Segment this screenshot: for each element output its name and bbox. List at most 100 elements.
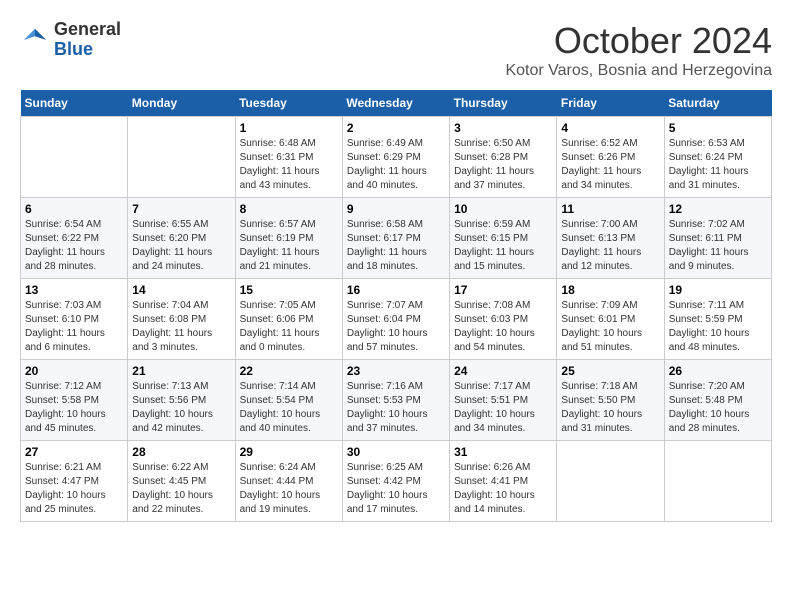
day-info: Sunrise: 7:09 AMSunset: 6:01 PMDaylight:… [561, 299, 659, 355]
day-info: Sunrise: 7:08 AMSunset: 6:03 PMDaylight:… [454, 299, 552, 355]
calendar-week-row: 1 Sunrise: 6:48 AMSunset: 6:31 PMDaylight… [21, 117, 772, 198]
location-title: Kotor Varos, Bosnia and Herzegovina [505, 62, 772, 80]
day-info: Sunrise: 6:59 AMSunset: 6:15 PMDaylight:… [454, 218, 552, 274]
calendar-week-row: 6Sunrise: 6:54 AMSunset: 6:22 PMDaylight… [21, 198, 772, 279]
calendar-cell: 3 Sunrise: 6:50 AMSunset: 6:28 PMDaylight… [450, 117, 557, 198]
calendar-cell: 7Sunrise: 6:55 AMSunset: 6:20 PMDaylight… [128, 198, 235, 279]
calendar-cell [128, 117, 235, 198]
day-info: Sunrise: 6:52 AMSunset: 6:26 PMDaylight:… [561, 137, 659, 193]
calendar-cell: 6Sunrise: 6:54 AMSunset: 6:22 PMDaylight… [21, 198, 128, 279]
day-number: 8 [240, 202, 338, 216]
day-info: Sunrise: 7:04 AMSunset: 6:08 PMDaylight:… [132, 299, 230, 355]
day-info: Sunrise: 7:11 AMSunset: 5:59 PMDaylight:… [669, 299, 767, 355]
calendar-cell: 13 Sunrise: 7:03 AMSunset: 6:10 PMDayligh… [21, 279, 128, 360]
day-info: Sunrise: 6:50 AMSunset: 6:28 PMDaylight:… [454, 137, 552, 193]
calendar-cell: 8 Sunrise: 6:57 AMSunset: 6:19 PMDaylight… [235, 198, 342, 279]
calendar-cell: 11 Sunrise: 7:00 AMSunset: 6:13 PMDayligh… [557, 198, 664, 279]
weekday-header: Friday [557, 90, 664, 117]
day-info: Sunrise: 6:21 AMSunset: 4:47 PMDaylight:… [25, 461, 123, 517]
logo-blue: Blue [54, 40, 121, 60]
day-info: Sunrise: 7:00 AMSunset: 6:13 PMDaylight:… [561, 218, 659, 274]
day-info: Sunrise: 6:49 AMSunset: 6:29 PMDaylight:… [347, 137, 445, 193]
day-info: Sunrise: 7:12 AMSunset: 5:58 PMDaylight:… [25, 380, 123, 436]
day-number: 10 [454, 202, 552, 216]
day-number: 17 [454, 283, 552, 297]
calendar-cell: 2 Sunrise: 6:49 AMSunset: 6:29 PMDaylight… [342, 117, 449, 198]
day-number: 27 [25, 445, 123, 459]
day-number: 28 [132, 445, 230, 459]
calendar-week-row: 27 Sunrise: 6:21 AMSunset: 4:47 PMDayligh… [21, 441, 772, 522]
calendar-cell: 19 Sunrise: 7:11 AMSunset: 5:59 PMDayligh… [664, 279, 771, 360]
day-info: Sunrise: 7:20 AMSunset: 5:48 PMDaylight:… [669, 380, 767, 436]
day-info: Sunrise: 6:57 AMSunset: 6:19 PMDaylight:… [240, 218, 338, 274]
weekday-header: Thursday [450, 90, 557, 117]
day-info: Sunrise: 7:05 AMSunset: 6:06 PMDaylight:… [240, 299, 338, 355]
calendar-cell: 21 Sunrise: 7:13 AMSunset: 5:56 PMDayligh… [128, 360, 235, 441]
day-number: 11 [561, 202, 659, 216]
day-number: 14 [132, 283, 230, 297]
day-number: 12 [669, 202, 767, 216]
weekday-header: Sunday [21, 90, 128, 117]
weekday-row: SundayMondayTuesdayWednesdayThursdayFrid… [21, 90, 772, 117]
logo-general: General [54, 20, 121, 40]
calendar-cell [557, 441, 664, 522]
day-number: 31 [454, 445, 552, 459]
day-info: Sunrise: 7:03 AMSunset: 6:10 PMDaylight:… [25, 299, 123, 355]
calendar-cell: 9 Sunrise: 6:58 AMSunset: 6:17 PMDaylight… [342, 198, 449, 279]
logo-text: General Blue [54, 20, 121, 60]
calendar-cell: 20 Sunrise: 7:12 AMSunset: 5:58 PMDayligh… [21, 360, 128, 441]
day-number: 2 [347, 121, 445, 135]
calendar-cell: 12Sunrise: 7:02 AMSunset: 6:11 PMDayligh… [664, 198, 771, 279]
calendar-body: 1 Sunrise: 6:48 AMSunset: 6:31 PMDaylight… [21, 117, 772, 522]
calendar-cell [664, 441, 771, 522]
day-number: 5 [669, 121, 767, 135]
day-number: 30 [347, 445, 445, 459]
weekday-header: Wednesday [342, 90, 449, 117]
day-number: 22 [240, 364, 338, 378]
day-number: 15 [240, 283, 338, 297]
calendar-cell: 24Sunrise: 7:17 AMSunset: 5:51 PMDayligh… [450, 360, 557, 441]
calendar-cell: 5 Sunrise: 6:53 AMSunset: 6:24 PMDaylight… [664, 117, 771, 198]
day-info: Sunrise: 7:13 AMSunset: 5:56 PMDaylight:… [132, 380, 230, 436]
weekday-header: Saturday [664, 90, 771, 117]
calendar-cell: 10 Sunrise: 6:59 AMSunset: 6:15 PMDayligh… [450, 198, 557, 279]
day-number: 13 [25, 283, 123, 297]
day-info: Sunrise: 6:25 AMSunset: 4:42 PMDaylight:… [347, 461, 445, 517]
day-info: Sunrise: 7:07 AMSunset: 6:04 PMDaylight:… [347, 299, 445, 355]
day-info: Sunrise: 6:48 AMSunset: 6:31 PMDaylight:… [240, 137, 338, 193]
day-info: Sunrise: 7:16 AMSunset: 5:53 PMDaylight:… [347, 380, 445, 436]
day-number: 23 [347, 364, 445, 378]
calendar-cell [21, 117, 128, 198]
day-number: 20 [25, 364, 123, 378]
calendar-cell: 15 Sunrise: 7:05 AMSunset: 6:06 PMDayligh… [235, 279, 342, 360]
calendar-cell: 31 Sunrise: 6:26 AMSunset: 4:41 PMDayligh… [450, 441, 557, 522]
day-number: 3 [454, 121, 552, 135]
calendar-cell: 29Sunrise: 6:24 AMSunset: 4:44 PMDayligh… [235, 441, 342, 522]
calendar-cell: 27 Sunrise: 6:21 AMSunset: 4:47 PMDayligh… [21, 441, 128, 522]
weekday-header: Monday [128, 90, 235, 117]
day-number: 9 [347, 202, 445, 216]
calendar-week-row: 13 Sunrise: 7:03 AMSunset: 6:10 PMDayligh… [21, 279, 772, 360]
day-number: 1 [240, 121, 338, 135]
day-info: Sunrise: 7:14 AMSunset: 5:54 PMDaylight:… [240, 380, 338, 436]
day-info: Sunrise: 6:26 AMSunset: 4:41 PMDaylight:… [454, 461, 552, 517]
day-number: 18 [561, 283, 659, 297]
day-number: 21 [132, 364, 230, 378]
calendar-cell: 4Sunrise: 6:52 AMSunset: 6:26 PMDaylight… [557, 117, 664, 198]
weekday-header: Tuesday [235, 90, 342, 117]
day-info: Sunrise: 6:53 AMSunset: 6:24 PMDaylight:… [669, 137, 767, 193]
calendar-week-row: 20 Sunrise: 7:12 AMSunset: 5:58 PMDayligh… [21, 360, 772, 441]
calendar-cell: 17 Sunrise: 7:08 AMSunset: 6:03 PMDayligh… [450, 279, 557, 360]
day-number: 16 [347, 283, 445, 297]
calendar-cell: 28Sunrise: 6:22 AMSunset: 4:45 PMDayligh… [128, 441, 235, 522]
day-info: Sunrise: 7:18 AMSunset: 5:50 PMDaylight:… [561, 380, 659, 436]
page-header: General Blue October 2024 Kotor Varos, B… [20, 20, 772, 80]
day-number: 19 [669, 283, 767, 297]
calendar-cell: 26Sunrise: 7:20 AMSunset: 5:48 PMDayligh… [664, 360, 771, 441]
calendar-cell: 23 Sunrise: 7:16 AMSunset: 5:53 PMDayligh… [342, 360, 449, 441]
logo-icon [20, 25, 50, 55]
calendar-header: SundayMondayTuesdayWednesdayThursdayFrid… [21, 90, 772, 117]
day-info: Sunrise: 6:58 AMSunset: 6:17 PMDaylight:… [347, 218, 445, 274]
day-info: Sunrise: 6:24 AMSunset: 4:44 PMDaylight:… [240, 461, 338, 517]
day-info: Sunrise: 6:55 AMSunset: 6:20 PMDaylight:… [132, 218, 230, 274]
